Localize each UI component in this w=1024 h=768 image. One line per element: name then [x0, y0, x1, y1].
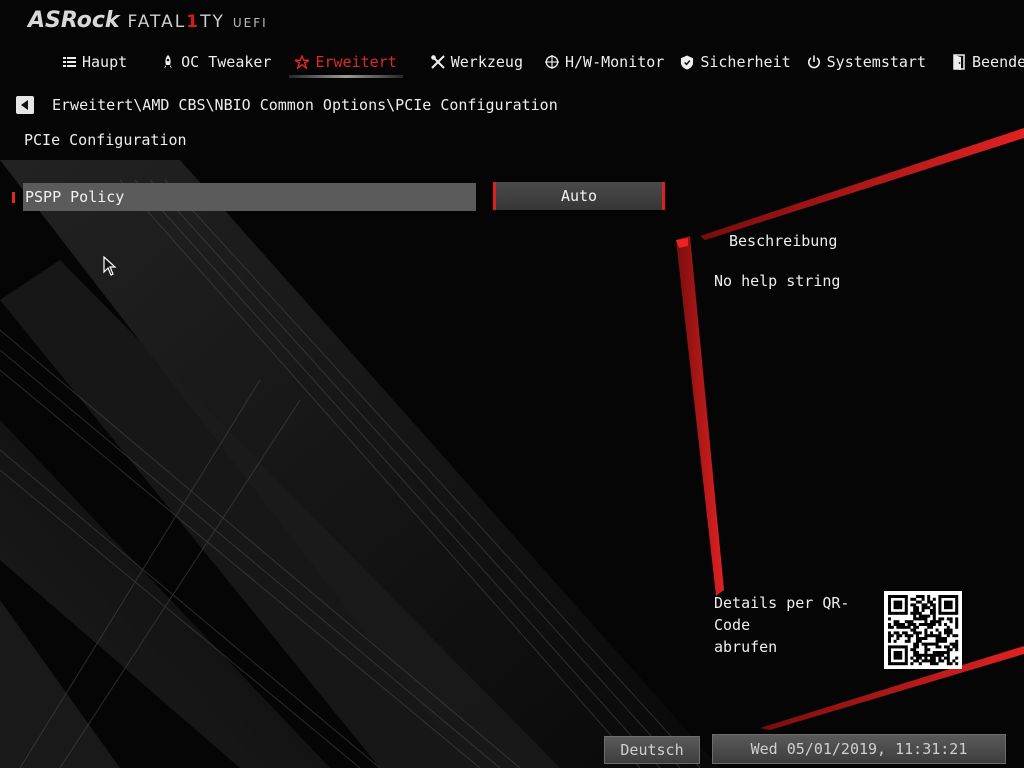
tab-oc-tweaker[interactable]: OC Tweaker	[153, 50, 279, 74]
back-arrow-icon	[20, 100, 28, 110]
back-button[interactable]	[16, 96, 34, 114]
logo-brand: ASRock	[28, 8, 120, 33]
tab-hw-monitor[interactable]: H/W-Monitor	[537, 50, 672, 74]
datetime-display: Wed 05/01/2019, 11:31:21	[712, 734, 1006, 764]
tab-erweitert[interactable]: Erweitert	[287, 50, 404, 78]
main-menu: Haupt OC Tweaker Erweitert Werkzeug H/W-…	[50, 50, 1024, 78]
selected-row-marker	[12, 192, 15, 203]
exit-door-icon	[952, 54, 966, 70]
crosshair-icon	[545, 55, 559, 69]
option-pspp-policy[interactable]: PSPP Policy	[23, 183, 476, 211]
qr-caption: Details per QR-Code abrufen	[714, 592, 879, 658]
tab-sicherheit-label: Sicherheit	[700, 53, 791, 71]
logo-series: FATAL1TY	[128, 12, 225, 32]
qr-code	[884, 591, 962, 669]
description-title: Beschreibung	[729, 232, 838, 250]
asrock-fatality-logo: ASRock FATAL1TY UEFI	[28, 8, 268, 38]
list-icon	[62, 55, 76, 69]
logo-series-one: 1	[186, 12, 201, 32]
logo-series-post: TY	[200, 12, 225, 32]
qr-caption-line2: abrufen	[714, 638, 778, 656]
tab-systemstart[interactable]: Systemstart	[799, 50, 934, 74]
tab-erweitert-label: Erweitert	[315, 53, 397, 71]
tab-beenden-label: Beenden	[972, 53, 1024, 71]
logo-series-pre: FATAL	[127, 12, 187, 32]
power-icon	[807, 55, 821, 69]
page-title: PCIe Configuration	[24, 131, 187, 149]
tab-haupt-label: Haupt	[82, 53, 128, 71]
language-button[interactable]: Deutsch	[604, 736, 700, 764]
mouse-cursor-icon	[103, 256, 117, 276]
shield-icon	[680, 55, 694, 69]
star-icon	[295, 55, 310, 69]
tab-oc-tweaker-label: OC Tweaker	[181, 53, 272, 71]
tab-sicherheit[interactable]: Sicherheit	[672, 50, 798, 74]
tools-icon	[430, 55, 445, 69]
rocket-icon	[161, 55, 175, 69]
option-pspp-policy-value[interactable]: Auto	[493, 182, 665, 210]
tab-werkzeug[interactable]: Werkzeug	[423, 50, 531, 74]
breadcrumb: Erweitert\AMD CBS\NBIO Common Options\PC…	[52, 96, 558, 114]
tab-systemstart-label: Systemstart	[826, 53, 926, 71]
logo-uefi: UEFI	[232, 16, 268, 30]
tab-werkzeug-label: Werkzeug	[450, 53, 523, 71]
description-text: No help string	[714, 272, 841, 290]
qr-caption-line1: Details per QR-Code	[714, 594, 850, 634]
tab-beenden[interactable]: Beenden	[944, 50, 1024, 74]
tab-haupt[interactable]: Haupt	[54, 50, 135, 74]
tab-hw-monitor-label: H/W-Monitor	[565, 53, 665, 71]
